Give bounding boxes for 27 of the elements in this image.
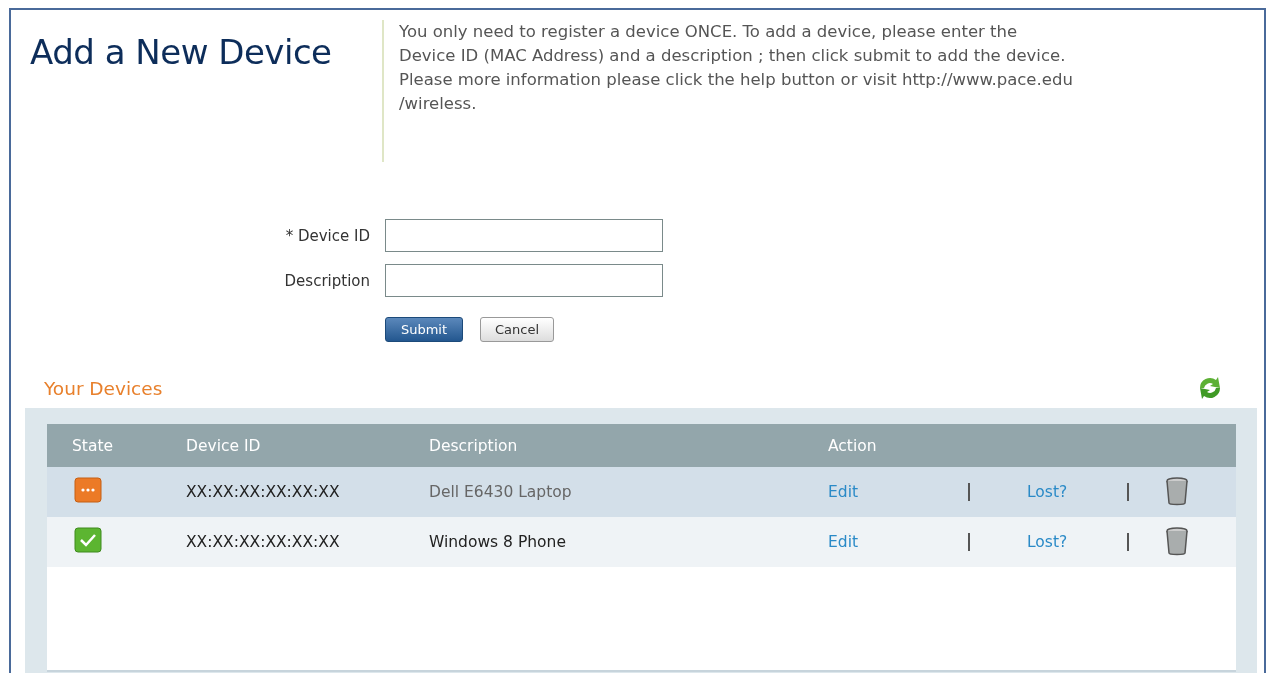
- input-field[interactable]: [385, 264, 663, 297]
- intro-paragraph: You only need to register a device ONCE. To add a device, please enter the Device ID (MAC Address) and a description ; then click submit to add the device. Please more information please click the help button or visit http://www.pace.edu /wireless.: [382, 20, 1159, 162]
- submit-button[interactable]: Submit: [385, 317, 463, 342]
- section-heading: Your Devices: [44, 377, 163, 399]
- trash-icon[interactable]: [1165, 477, 1189, 507]
- column-header: Device ID: [186, 436, 262, 455]
- device-id-cell-text: XX:XX:XX:XX:XX:XX: [186, 483, 341, 501]
- edit-link[interactable]: Edit: [828, 533, 859, 551]
- pending-status-icon: [74, 477, 102, 503]
- edit-link[interactable]: Edit: [828, 483, 859, 501]
- check-status-icon: [74, 527, 102, 553]
- field-label: Description: [284, 271, 370, 290]
- lost-link[interactable]: Lost?: [1027, 533, 1068, 551]
- table-row[interactable]: XX:XX:XX:XX:XX:XX Dell E6430 Laptop Edit Lost?: [47, 467, 1236, 517]
- description-cell-text: Dell E6430 Laptop: [429, 483, 573, 501]
- page-title: Add a New Device: [30, 32, 333, 74]
- column-header: Action: [828, 436, 878, 455]
- device-id-cell-text: XX:XX:XX:XX:XX:XX: [186, 533, 341, 551]
- trash-icon[interactable]: [1165, 527, 1189, 557]
- column-header: Description: [429, 436, 519, 455]
- description-cell-text: Windows 8 Phone: [429, 533, 567, 551]
- cancel-button[interactable]: Cancel: [480, 317, 554, 342]
- lost-link[interactable]: Lost?: [1027, 483, 1068, 501]
- field-label: * Device ID: [285, 226, 370, 245]
- table-row[interactable]: XX:XX:XX:XX:XX:XX Windows 8 Phone Edit Lost?: [47, 517, 1236, 567]
- column-header: State: [71, 436, 115, 455]
- input-field[interactable]: [385, 219, 663, 252]
